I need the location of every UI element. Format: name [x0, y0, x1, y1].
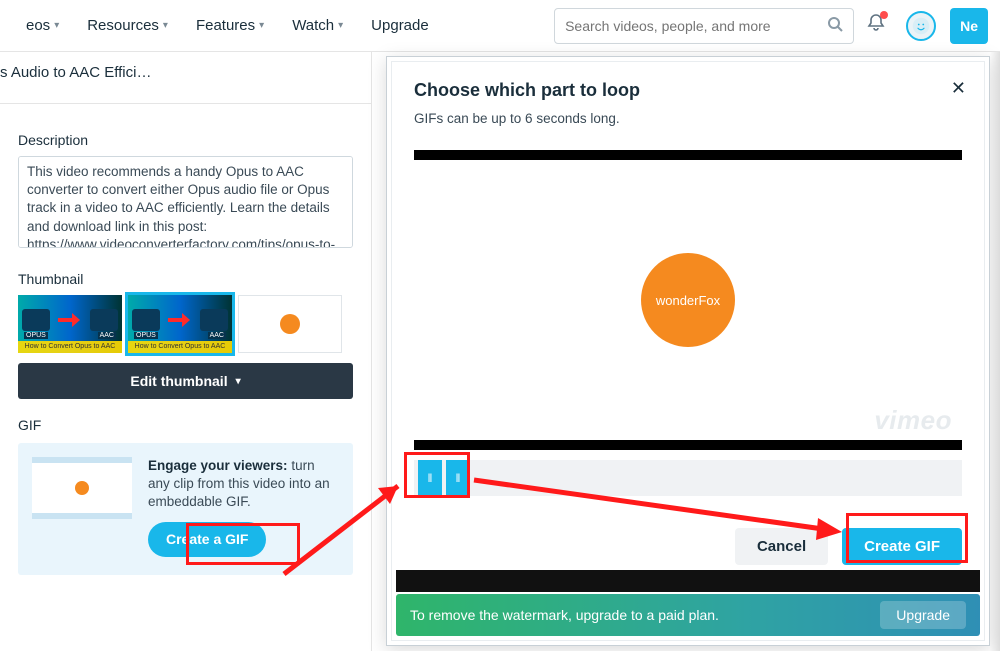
nav-label: Watch	[292, 17, 334, 34]
backdrop-strip	[396, 570, 980, 592]
edit-thumbnail-button[interactable]: Edit thumbnail ▾	[18, 363, 353, 399]
search-input[interactable]	[565, 18, 827, 34]
vimeo-watermark: vimeo	[874, 405, 952, 436]
nav-item-resources[interactable]: Resources ▾	[73, 17, 182, 34]
nav-item-upgrade[interactable]: Upgrade	[357, 17, 443, 34]
new-button-label: Ne	[960, 18, 978, 34]
description-label: Description	[18, 132, 353, 148]
gif-headline: Engage your viewers:	[148, 458, 288, 473]
wonderfox-logo: wonderFox	[641, 253, 735, 347]
modal-title: Choose which part to loop	[414, 80, 962, 101]
thumb-opus-label: OPUS	[24, 332, 48, 339]
modal-subtitle: GIFs can be up to 6 seconds long.	[414, 111, 962, 126]
thumb-caption: How to Convert Opus to AAC	[128, 341, 232, 353]
description-textarea[interactable]	[18, 156, 353, 248]
loop-range-handles[interactable]: ‖ ‖	[418, 460, 474, 496]
thumb-aac-label: AAC	[98, 332, 116, 339]
gif-section-label: GIF	[18, 417, 353, 433]
nav-item-watch[interactable]: Watch ▾	[278, 17, 357, 34]
thumb-opus-label: OPUS	[134, 332, 158, 339]
loop-start-handle[interactable]: ‖	[418, 460, 442, 496]
nav-label: eos	[26, 17, 50, 34]
thumbnail-option[interactable]	[238, 295, 342, 353]
upgrade-button[interactable]: Upgrade	[880, 601, 966, 629]
wonderfox-logo-label: wonderFox	[656, 293, 720, 308]
gif-card: Engage your viewers: turn any clip from …	[18, 443, 353, 575]
search-icon	[827, 16, 843, 35]
gif-preview-thumb	[32, 457, 132, 519]
video-title: s Audio to AAC Effici…	[0, 52, 371, 93]
wonderfox-logo-icon	[75, 481, 89, 495]
cancel-button[interactable]: Cancel	[735, 528, 828, 565]
chevron-down-icon: ▾	[338, 20, 343, 31]
modal-actions: Cancel Create GIF	[392, 496, 984, 565]
thumbnail-label: Thumbnail	[18, 271, 353, 287]
upgrade-banner: To remove the watermark, upgrade to a pa…	[396, 594, 980, 636]
gif-modal: Choose which part to loop ✕ GIFs can be …	[386, 56, 990, 646]
thumbnail-list: OPUS AAC How to Convert Opus to AAC OPUS…	[18, 295, 353, 353]
create-gif-button[interactable]: Create a GIF	[148, 522, 266, 557]
loop-timeline[interactable]: ‖ ‖	[414, 460, 962, 496]
create-gif-confirm-button[interactable]: Create GIF	[842, 528, 962, 565]
close-icon[interactable]: ✕	[951, 78, 966, 99]
left-panel-body[interactable]: Description Thumbnail OPUS AAC How to Co…	[0, 103, 371, 651]
thumbnail-option-selected[interactable]: OPUS AAC How to Convert Opus to AAC	[128, 295, 232, 353]
new-button[interactable]: Ne	[950, 8, 988, 44]
loop-end-handle[interactable]: ‖	[446, 460, 470, 496]
chevron-down-icon: ▾	[54, 20, 59, 31]
notification-dot	[880, 11, 888, 19]
thumb-caption: How to Convert Opus to AAC	[18, 341, 122, 353]
notifications-icon[interactable]	[866, 13, 886, 38]
nav-item-videos[interactable]: eos ▾	[12, 17, 73, 34]
nav-label: Features	[196, 17, 255, 34]
chevron-down-icon: ▾	[163, 20, 168, 31]
wonderfox-logo-icon	[280, 314, 300, 334]
avatar[interactable]	[906, 11, 936, 41]
right-edge-gradient	[990, 52, 1000, 651]
gif-card-text: Engage your viewers: turn any clip from …	[148, 457, 339, 557]
thumb-aac-label: AAC	[208, 332, 226, 339]
search-box[interactable]	[554, 8, 854, 44]
nav-item-features[interactable]: Features ▾	[182, 17, 278, 34]
chevron-down-icon: ▾	[259, 20, 264, 31]
left-panel: s Audio to AAC Effici… Description Thumb…	[0, 52, 372, 651]
upgrade-message: To remove the watermark, upgrade to a pa…	[410, 607, 880, 623]
top-nav: eos ▾ Resources ▾ Features ▾ Watch ▾ Upgrade…	[0, 0, 1000, 52]
edit-thumbnail-label: Edit thumbnail	[130, 373, 227, 389]
nav-label: Resources	[87, 17, 159, 34]
nav-label: Upgrade	[371, 17, 429, 34]
thumbnail-option[interactable]: OPUS AAC How to Convert Opus to AAC	[18, 295, 122, 353]
video-preview[interactable]: wonderFox vimeo	[414, 150, 962, 450]
chevron-down-icon: ▾	[236, 376, 241, 387]
